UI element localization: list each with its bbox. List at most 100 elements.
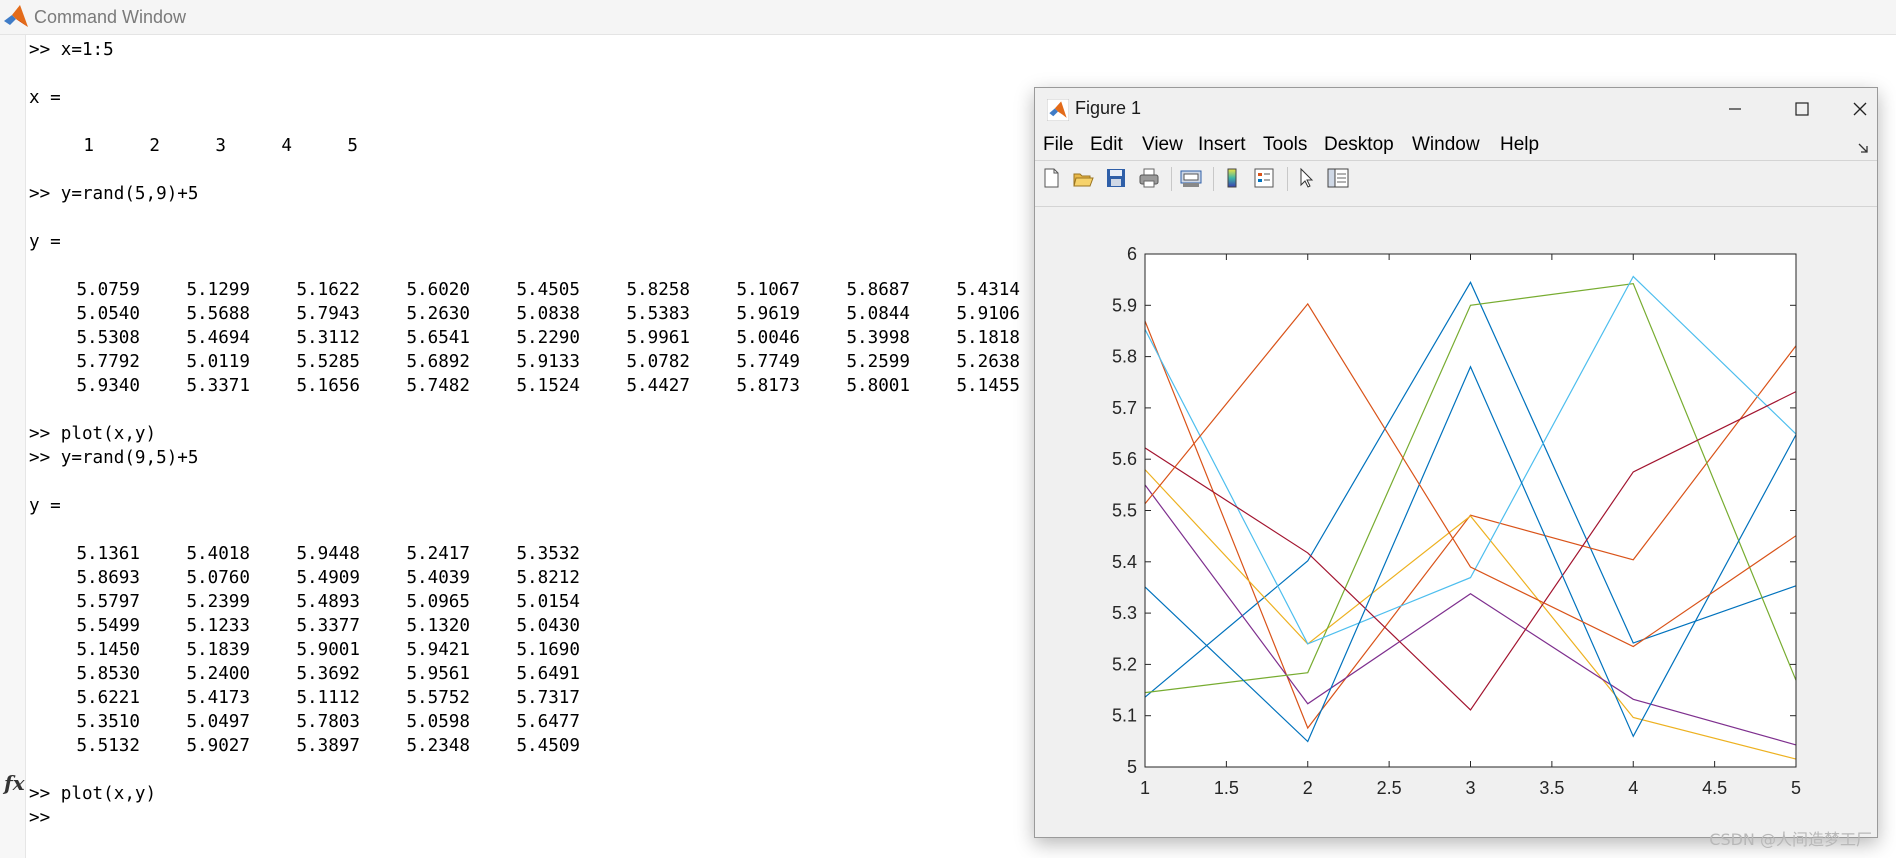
matrix-cell: 5.9448 [296,544,360,564]
function-browser-icon[interactable]: fx [4,771,25,795]
x-vector-value: 4 [281,136,292,156]
matrix-cell: 5.5752 [406,688,470,708]
matrix-cell: 5.0844 [846,304,910,324]
x-tick-label: 1.5 [1214,778,1239,798]
matrix-cell: 5.4173 [186,688,250,708]
matrix-cell: 5.1524 [516,376,580,396]
y-tick-label: 5.6 [1112,449,1137,469]
matrix-cell: 5.2400 [186,664,250,684]
matrix-cell: 5.7943 [296,304,360,324]
command-window-title: Command Window [34,6,187,27]
matrix-cell: 5.8530 [76,664,140,684]
matrix-cell: 5.0540 [76,304,140,324]
matrix-cell: 5.0838 [516,304,580,324]
command-line: >> x=1:5 [29,40,114,60]
matrix-cell: 5.1839 [186,640,250,660]
x-tick-label: 5 [1791,778,1801,798]
matrix-cell: 5.1690 [516,640,580,660]
matrix-cell: 5.7749 [736,352,800,372]
matrix-cell: 5.2638 [956,352,1020,372]
matrix-cell: 5.6892 [406,352,470,372]
x-vector-value: 1 [83,136,94,156]
matrix-cell: 5.3377 [296,616,360,636]
command-window-gutter [0,35,26,858]
x-tick-label: 4.5 [1702,778,1727,798]
matrix-cell: 5.8212 [516,568,580,588]
matrix-cell: 5.9133 [516,352,580,372]
output-variable-label: y = [29,496,61,516]
matrix-cell: 5.1112 [296,688,360,708]
matrix-cell: 5.1299 [186,280,250,300]
matrix-cell: 5.1450 [76,640,140,660]
matrix-cell: 5.3998 [846,328,910,348]
x-tick-label: 3.5 [1539,778,1564,798]
matrix-cell: 5.1320 [406,616,470,636]
matlab-logo-icon [4,5,28,27]
matrix-cell: 5.5132 [76,736,140,756]
matrix-cell: 5.4893 [296,592,360,612]
matrix-cell: 5.3112 [296,328,360,348]
matrix-cell: 5.4314 [956,280,1020,300]
matrix-cell: 5.0759 [76,280,140,300]
matrix-cell: 5.1455 [956,376,1020,396]
matrix-cell: 5.8693 [76,568,140,588]
matrix-cell: 5.6020 [406,280,470,300]
x-tick-label: 2 [1303,778,1313,798]
matrix-cell: 5.3897 [296,736,360,756]
matrix-cell: 5.1233 [186,616,250,636]
matrix-cell: 5.5688 [186,304,250,324]
figure-plot-area[interactable]: 1 1.5 2 2.5 3 3.5 4 4.5 5 5 5.1 5.2 5.3 5.4 5.5 5.6 5.7 5… [1035,88,1877,837]
y-tick-label: 5.7 [1112,398,1137,418]
y-tick-label: 6 [1127,244,1137,264]
matrix-cell: 5.2290 [516,328,580,348]
matrix-cell: 5.5383 [626,304,690,324]
matrix-cell: 5.0598 [406,712,470,732]
matrix-cell: 5.9561 [406,664,470,684]
x-tick-label: 4 [1628,778,1638,798]
matrix-cell: 5.2399 [186,592,250,612]
matrix-cell: 5.8001 [846,376,910,396]
matrix-cell: 5.4509 [516,736,580,756]
y-tick-label: 5.8 [1112,347,1137,367]
watermark: CSDN @人间造梦工厂 [1709,830,1872,849]
figure-window[interactable]: Figure 1 File Edit View Insert Tools Des… [1034,87,1878,838]
y-tick-label: 5.2 [1112,654,1137,674]
matrix-cell: 5.9001 [296,640,360,660]
matrix-cell: 5.3532 [516,544,580,564]
y-tick-label: 5.5 [1112,501,1137,521]
y-tick-label: 5.4 [1112,552,1137,572]
output-variable-label: y = [29,232,61,252]
matrix-cell: 5.1622 [296,280,360,300]
matrix-cell: 5.9961 [626,328,690,348]
command-line: >> plot(x,y) [29,784,157,804]
matrix-cell: 5.1361 [76,544,140,564]
matrix-cell: 5.3510 [76,712,140,732]
x-vector-value: 2 [149,136,160,156]
matrix-cell: 5.1656 [296,376,360,396]
matrix-cell: 5.7792 [76,352,140,372]
matrix-cell: 5.4909 [296,568,360,588]
matrix-cell: 5.0430 [516,616,580,636]
matrix-cell: 5.7317 [516,688,580,708]
matrix-cell: 5.4505 [516,280,580,300]
matrix-cell: 5.4018 [186,544,250,564]
command-prompt[interactable]: >> [29,806,50,830]
x-tick-label: 3 [1465,778,1475,798]
matrix-cell: 5.4039 [406,568,470,588]
y-tick-label: 5 [1127,757,1137,777]
matrix-cell: 5.7482 [406,376,470,396]
matrix-cell: 5.1067 [736,280,800,300]
matrix-cell: 5.9106 [956,304,1020,324]
matrix-cell: 5.6541 [406,328,470,348]
matrix-cell: 5.8687 [846,280,910,300]
matrix-cell: 5.6491 [516,664,580,684]
y-tick-label: 5.3 [1112,603,1137,623]
command-line: >> y=rand(5,9)+5 [29,184,199,204]
y-tick-label: 5.9 [1112,295,1137,315]
matrix-cell: 5.2417 [406,544,470,564]
matrix-cell: 5.9027 [186,736,250,756]
matrix-cell: 5.6221 [76,688,140,708]
matrix-cell: 5.5797 [76,592,140,612]
matrix-cell: 5.9619 [736,304,800,324]
x-tick-label: 1 [1140,778,1150,798]
